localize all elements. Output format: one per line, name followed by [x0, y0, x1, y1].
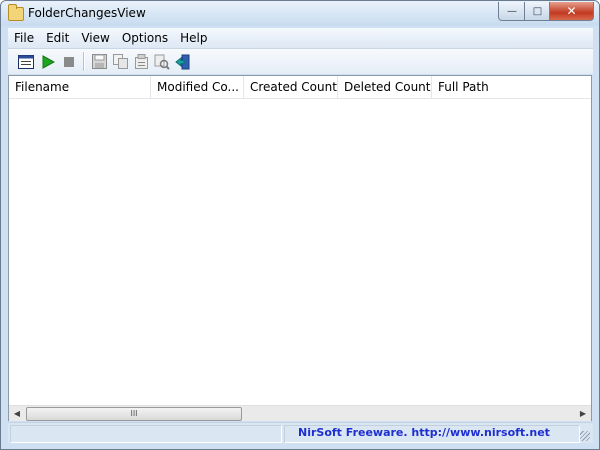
resize-grip-icon[interactable]: [580, 431, 590, 441]
horizontal-scrollbar[interactable]: ◀ III ▶: [9, 405, 591, 421]
maximize-icon: □: [532, 5, 543, 17]
start-icon: [42, 54, 55, 69]
toolbar: [8, 48, 593, 74]
close-button[interactable]: ✕: [549, 2, 594, 21]
select-folder-button[interactable]: [17, 53, 35, 70]
title-bar[interactable]: FolderChangesView — □ ✕: [1, 1, 599, 26]
column-header: Filename Modified Co... Created Count De…: [9, 76, 591, 99]
properties-button[interactable]: [132, 53, 150, 70]
nirsoft-link[interactable]: NirSoft Freeware. http://www.nirsoft.net: [298, 426, 550, 439]
menu-view[interactable]: View: [75, 28, 115, 48]
menu-options[interactable]: Options: [116, 28, 174, 48]
scroll-left-button[interactable]: ◀: [9, 406, 25, 421]
menu-bar: File Edit View Options Help: [8, 28, 593, 48]
column-filename[interactable]: Filename: [9, 76, 151, 98]
scroll-right-button[interactable]: ▶: [575, 406, 591, 421]
start-button[interactable]: [39, 53, 57, 70]
scroll-grip: III: [130, 409, 138, 418]
menu-help[interactable]: Help: [174, 28, 213, 48]
find-button[interactable]: [153, 53, 171, 70]
maximize-button[interactable]: □: [524, 2, 551, 21]
copy-button[interactable]: [111, 53, 129, 70]
chevron-right-icon: ▶: [579, 409, 587, 418]
minimize-icon: —: [507, 5, 517, 17]
folder-icon: [8, 4, 24, 21]
column-modified-count[interactable]: Modified Co...: [151, 76, 244, 98]
scroll-thumb[interactable]: III: [26, 407, 242, 421]
chevron-left-icon: ◀: [13, 409, 21, 418]
window-title: FolderChangesView: [28, 6, 146, 20]
column-deleted-count[interactable]: Deleted Count: [338, 76, 432, 98]
stop-button[interactable]: [60, 53, 78, 70]
file-list-view[interactable]: Filename Modified Co... Created Count De…: [8, 75, 592, 421]
status-pane-info: [10, 425, 282, 443]
toolbar-separator: [83, 52, 85, 71]
status-bar: NirSoft Freeware. http://www.nirsoft.net: [8, 422, 593, 443]
column-created-count[interactable]: Created Count: [244, 76, 338, 98]
minimize-button[interactable]: —: [498, 2, 526, 21]
exit-icon: [175, 54, 190, 69]
stop-icon: [64, 56, 74, 67]
properties-icon: [134, 54, 148, 69]
save-button[interactable]: [90, 53, 108, 70]
app-window: FolderChangesView — □ ✕ File Edit View O…: [0, 0, 600, 450]
menu-file[interactable]: File: [8, 28, 40, 48]
copy-icon: [112, 54, 128, 69]
find-icon: [154, 54, 170, 70]
menu-edit[interactable]: Edit: [40, 28, 75, 48]
select-folder-icon: [18, 54, 34, 69]
column-full-path[interactable]: Full Path: [432, 76, 591, 98]
exit-button[interactable]: [174, 53, 192, 70]
close-icon: ✕: [566, 4, 577, 18]
save-icon: [91, 54, 107, 69]
